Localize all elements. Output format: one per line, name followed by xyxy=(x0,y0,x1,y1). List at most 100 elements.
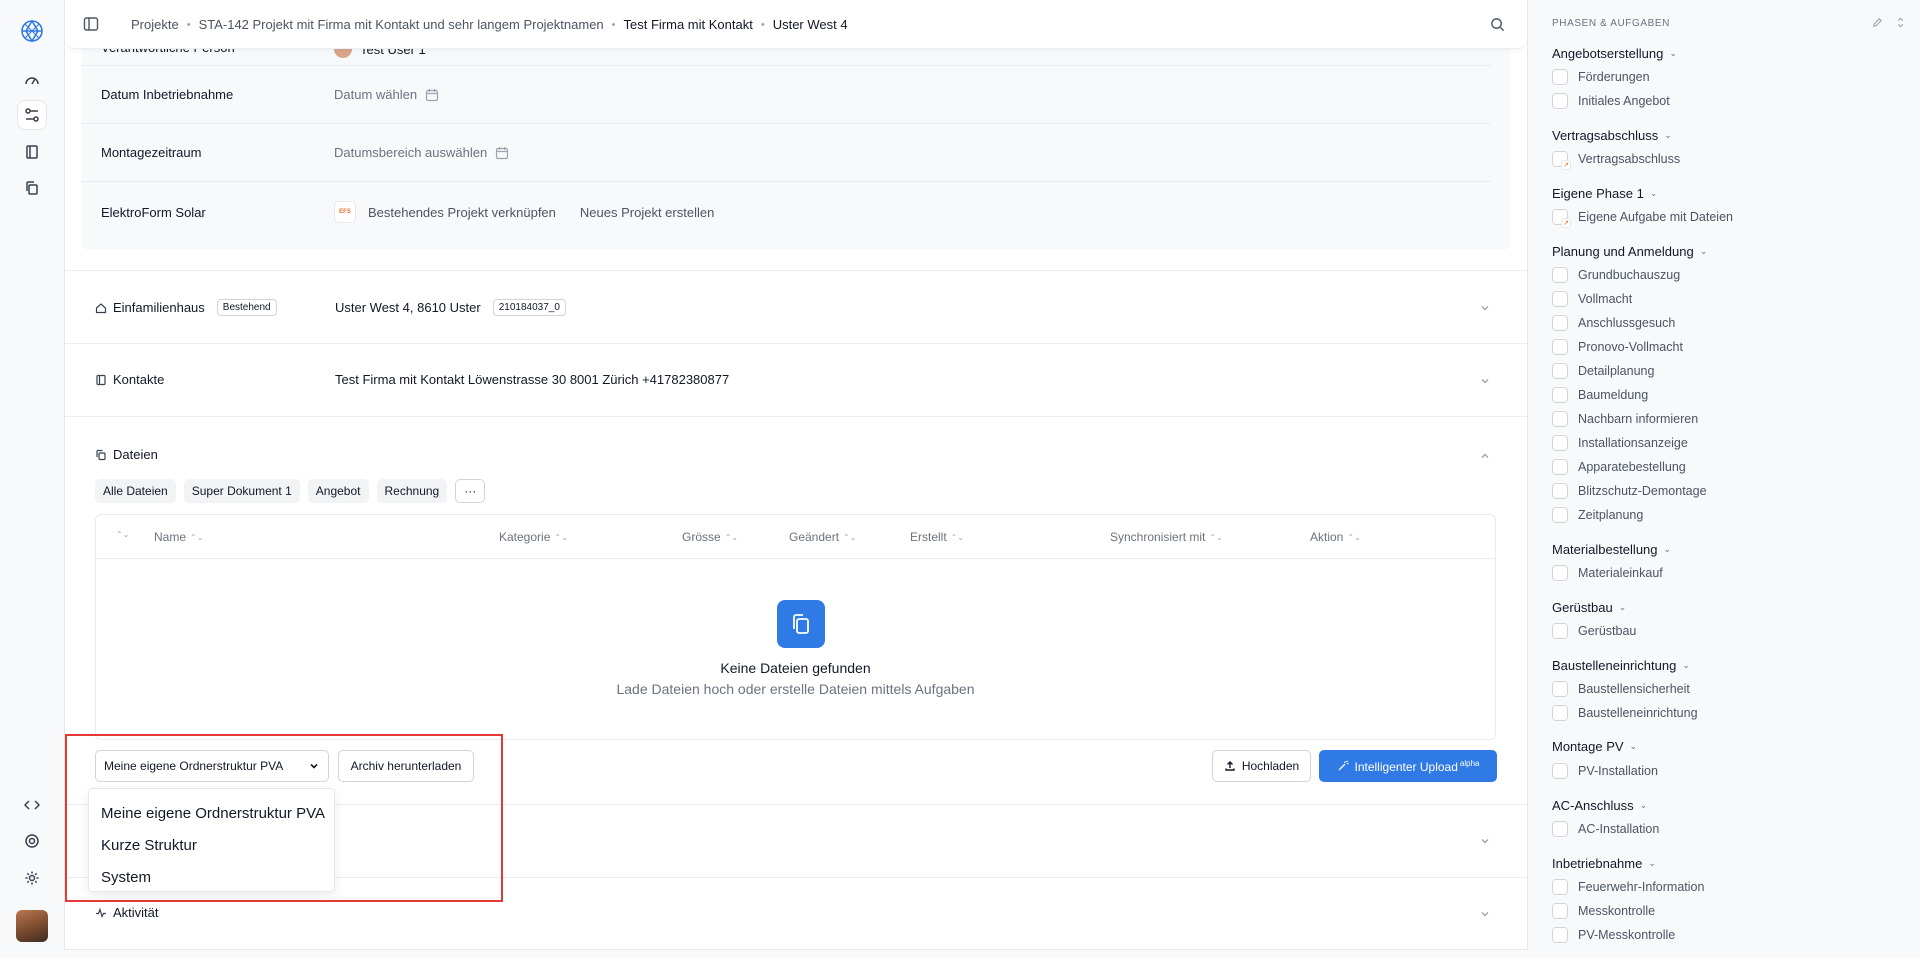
task-checkbox[interactable] xyxy=(1552,69,1568,85)
task-item[interactable]: Förderungen xyxy=(1552,69,1650,85)
column-header-action[interactable]: Aktion ⌃⌄ xyxy=(1310,530,1361,544)
phase-header[interactable]: Inbetriebnahme ⌄ xyxy=(1552,856,1656,871)
task-item[interactable]: Vollmacht xyxy=(1552,291,1632,307)
task-item[interactable]: Gerüstbau xyxy=(1552,623,1636,639)
task-item[interactable]: Messkontrolle xyxy=(1552,903,1655,919)
task-item[interactable]: Baustellensicherheit xyxy=(1552,681,1690,697)
download-archive-button[interactable]: Archiv herunterladen xyxy=(338,750,474,782)
expand-chevrons-icon[interactable] xyxy=(1895,17,1906,28)
task-checkbox[interactable] xyxy=(1552,507,1568,523)
task-item[interactable]: Installationsanzeige xyxy=(1552,435,1688,451)
task-item[interactable]: Pronovo-Vollmacht xyxy=(1552,339,1683,355)
task-item[interactable]: Detailplanung xyxy=(1552,363,1654,379)
contacts-section[interactable]: Kontakte Test Firma mit Kontakt Löwenstr… xyxy=(65,343,1527,416)
smart-upload-button[interactable]: Intelligenter Upload alpha xyxy=(1319,750,1497,782)
task-checkbox[interactable] xyxy=(1552,363,1568,379)
dropdown-option-short-structure[interactable]: Kurze Struktur xyxy=(89,829,334,861)
tab-all-files[interactable]: Alle Dateien xyxy=(95,479,176,503)
task-item[interactable]: Grundbuchauszug xyxy=(1552,267,1680,283)
phase-header[interactable]: AC-Anschluss ⌄ xyxy=(1552,798,1647,813)
app-logo-icon[interactable] xyxy=(18,17,46,45)
code-icon[interactable] xyxy=(18,791,46,819)
sidebar-toggle-icon[interactable] xyxy=(83,16,99,32)
search-icon[interactable] xyxy=(1490,17,1505,32)
chevron-down-icon[interactable] xyxy=(1479,835,1491,847)
task-item[interactable]: Materialeinkauf xyxy=(1552,565,1663,581)
task-checkbox[interactable] xyxy=(1552,879,1568,895)
task-checkbox[interactable] xyxy=(1552,623,1568,639)
task-item[interactable]: PV-Installation xyxy=(1552,763,1658,779)
more-tabs-button[interactable]: ··· xyxy=(455,479,486,503)
task-item[interactable]: PV-Messkontrolle xyxy=(1552,927,1675,943)
task-checkbox[interactable]: ↗ xyxy=(1552,209,1571,228)
task-item[interactable]: Zeitplanung xyxy=(1552,507,1643,523)
task-item[interactable]: Initiales Angebot xyxy=(1552,93,1670,109)
task-checkbox[interactable] xyxy=(1552,93,1568,109)
task-checkbox[interactable] xyxy=(1552,339,1568,355)
settings-gear-icon[interactable] xyxy=(18,864,46,892)
task-checkbox[interactable] xyxy=(1552,565,1568,581)
task-checkbox[interactable] xyxy=(1552,315,1568,331)
tab-rechnung[interactable]: Rechnung xyxy=(376,479,448,503)
column-header-name[interactable]: Name ⌃⌄ xyxy=(154,530,203,544)
task-item[interactable]: Feuerwehr-Information xyxy=(1552,879,1704,895)
edit-pencil-icon[interactable] xyxy=(1872,17,1883,28)
chevron-down-icon[interactable] xyxy=(1479,375,1491,387)
task-checkbox[interactable] xyxy=(1552,459,1568,475)
task-checkbox[interactable] xyxy=(1552,681,1568,697)
phase-header[interactable]: Baustelleneinrichtung ⌄ xyxy=(1552,658,1690,673)
dashboard-icon[interactable] xyxy=(18,66,46,94)
task-checkbox[interactable] xyxy=(1552,411,1568,427)
column-header-synced[interactable]: Synchronisiert mit ⌃⌄ xyxy=(1110,530,1223,544)
phase-header[interactable]: Planung und Anmeldung ⌄ xyxy=(1552,244,1707,259)
task-checkbox[interactable] xyxy=(1552,291,1568,307)
dropdown-option-own-structure[interactable]: Meine eigene Ordnerstruktur PVA xyxy=(89,797,334,829)
task-item[interactable]: Apparatebestellung xyxy=(1552,459,1686,475)
column-header-created[interactable]: Erstellt ⌃⌄ xyxy=(910,530,964,544)
chevron-down-icon[interactable] xyxy=(1479,908,1491,920)
task-checkbox[interactable] xyxy=(1552,387,1568,403)
phase-header[interactable]: Gerüstbau ⌄ xyxy=(1552,600,1626,615)
phase-header[interactable]: Materialbestellung ⌄ xyxy=(1552,542,1671,557)
breadcrumb-projects[interactable]: Projekte xyxy=(131,17,179,32)
column-header-size[interactable]: Grösse ⌃⌄ xyxy=(682,530,738,544)
task-checkbox[interactable] xyxy=(1552,927,1568,943)
book-icon[interactable] xyxy=(18,138,46,166)
projects-icon[interactable] xyxy=(18,101,46,129)
task-checkbox[interactable] xyxy=(1552,821,1568,837)
task-checkbox[interactable] xyxy=(1552,267,1568,283)
phase-header[interactable]: Eigene Phase 1 ⌄ xyxy=(1552,186,1657,201)
assembly-period-picker[interactable]: Datumsbereich auswählen xyxy=(334,145,509,160)
building-section[interactable]: Einfamilienhaus Bestehend Uster West 4, … xyxy=(65,270,1527,343)
task-item[interactable]: Anschlussgesuch xyxy=(1552,315,1675,331)
phase-header[interactable]: Montage PV ⌄ xyxy=(1552,739,1637,754)
task-item[interactable]: Baumeldung xyxy=(1552,387,1648,403)
chevron-up-icon[interactable] xyxy=(1479,450,1491,462)
tab-angebot[interactable]: Angebot xyxy=(307,479,369,503)
breadcrumb-project[interactable]: STA-142 Projekt mit Firma mit Kontakt un… xyxy=(199,17,604,32)
task-item[interactable]: Baustelleneinrichtung xyxy=(1552,705,1698,721)
task-item[interactable]: Blitzschutz-Demontage xyxy=(1552,483,1707,499)
task-item[interactable]: AC-Installation xyxy=(1552,821,1659,837)
dropdown-option-system[interactable]: System xyxy=(89,861,334,893)
commissioning-date-picker[interactable]: Datum wählen xyxy=(334,87,439,102)
files-section-header[interactable]: Dateien xyxy=(95,447,158,462)
task-item[interactable]: Nachbarn informieren xyxy=(1552,411,1698,427)
phase-header[interactable]: Vertragsabschluss ⌄ xyxy=(1552,128,1672,143)
user-avatar[interactable] xyxy=(16,910,48,942)
column-header-category[interactable]: Kategorie ⌃⌄ xyxy=(499,530,568,544)
help-lifebuoy-icon[interactable] xyxy=(18,827,46,855)
task-checkbox[interactable]: ↗ xyxy=(1552,151,1571,170)
breadcrumb-company[interactable]: Test Firma mit Kontakt xyxy=(624,17,753,32)
copy-icon[interactable] xyxy=(18,174,46,202)
tab-super-dokument[interactable]: Super Dokument 1 xyxy=(183,479,300,503)
phase-header[interactable]: Angebotserstellung ⌄ xyxy=(1552,46,1677,61)
select-sort-icon[interactable]: ⌃⌄ xyxy=(116,530,129,539)
task-checkbox[interactable] xyxy=(1552,903,1568,919)
task-checkbox[interactable] xyxy=(1552,705,1568,721)
column-header-modified[interactable]: Geändert ⌃⌄ xyxy=(789,530,856,544)
task-checkbox[interactable] xyxy=(1552,483,1568,499)
task-checkbox[interactable] xyxy=(1552,763,1568,779)
link-existing-project-button[interactable]: Bestehendes Projekt verknüpfen xyxy=(368,205,556,220)
create-new-project-button[interactable]: Neues Projekt erstellen xyxy=(580,205,714,220)
